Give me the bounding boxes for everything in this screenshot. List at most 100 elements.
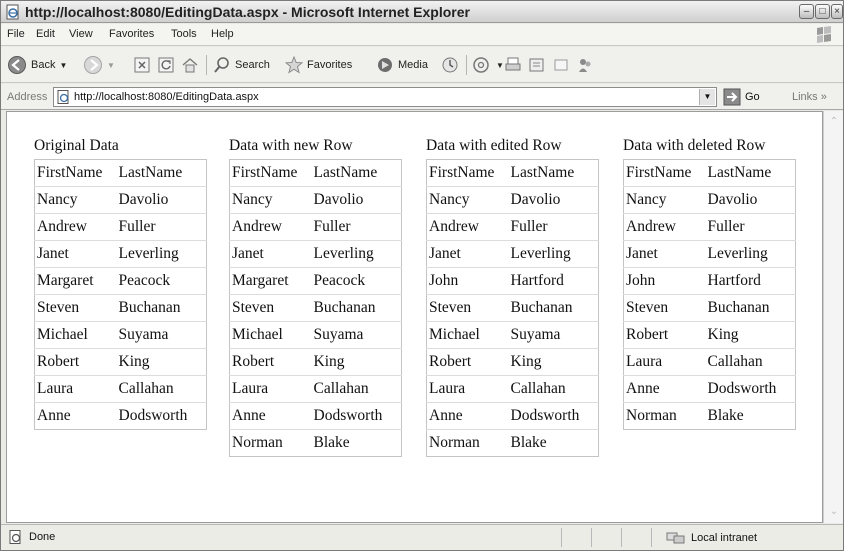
go-arrow-icon bbox=[723, 88, 741, 106]
menu-tools[interactable]: Tools bbox=[171, 28, 197, 40]
last-name-cell: Leverling bbox=[705, 240, 796, 268]
stop-icon bbox=[134, 57, 150, 73]
column-header: FirstName bbox=[426, 159, 509, 187]
table-row: Anne Dodsworth bbox=[426, 402, 599, 430]
column-header: FirstName bbox=[34, 159, 117, 187]
scroll-up-icon[interactable]: ⌃ bbox=[827, 115, 841, 129]
history-icon bbox=[442, 57, 458, 73]
grid-header-row: FirstName LastName bbox=[229, 159, 402, 187]
last-name-cell: Dodsworth bbox=[705, 375, 796, 403]
mail-dropdown-icon[interactable]: ▼ bbox=[496, 61, 504, 70]
edit-button[interactable] bbox=[528, 55, 546, 75]
table-row: Laura Callahan bbox=[229, 375, 402, 403]
table-row: Michael Suyama bbox=[34, 321, 207, 349]
mail-button[interactable]: ▼ bbox=[472, 55, 504, 75]
first-name-cell: Anne bbox=[229, 402, 312, 430]
last-name-cell: Blake bbox=[313, 434, 350, 451]
search-button[interactable]: Search bbox=[213, 55, 270, 75]
table-row: Laura Callahan bbox=[623, 348, 796, 376]
table-row: Margaret Peacock bbox=[229, 267, 402, 295]
refresh-button[interactable] bbox=[157, 55, 175, 75]
last-name-cell: Fuller bbox=[116, 213, 207, 241]
menu-help[interactable]: Help bbox=[211, 28, 234, 40]
menu-edit[interactable]: Edit bbox=[36, 28, 55, 40]
status-bar: Done Local intranet bbox=[1, 524, 843, 550]
menu-view[interactable]: View bbox=[69, 28, 93, 40]
first-name-cell: Andrew bbox=[426, 213, 509, 241]
first-name-cell: Michael bbox=[34, 321, 117, 349]
table-row: Michael Suyama bbox=[229, 321, 402, 349]
last-name-cell: Davolio bbox=[311, 186, 402, 214]
table-row: Steven Buchanan bbox=[34, 294, 207, 322]
last-name-cell: Leverling bbox=[508, 240, 599, 268]
windows-flag-icon bbox=[817, 26, 831, 43]
table-row: Robert King bbox=[229, 348, 402, 376]
table-row: Nancy Davolio bbox=[229, 186, 402, 214]
grid-original: Original Data FirstName LastName Nancy Davo… bbox=[34, 137, 207, 430]
maximize-button[interactable]: □ bbox=[815, 4, 830, 19]
grid-title: Original Data bbox=[34, 137, 119, 154]
first-name-cell: Michael bbox=[426, 321, 509, 349]
table-row: Michael Suyama bbox=[426, 321, 599, 349]
last-name-cell: Davolio bbox=[116, 186, 207, 214]
forward-button[interactable]: ▼ bbox=[83, 55, 115, 75]
first-name-cell: Anne bbox=[623, 375, 706, 403]
print-button[interactable] bbox=[504, 55, 522, 75]
address-dropdown-icon[interactable]: ▼ bbox=[699, 89, 715, 105]
messenger-icon bbox=[579, 59, 591, 72]
favorites-button[interactable]: Favorites bbox=[285, 55, 352, 75]
minimize-button[interactable]: – bbox=[799, 4, 814, 19]
grid-title: Data with edited Row bbox=[426, 137, 562, 154]
menu-favorites[interactable]: Favorites bbox=[109, 28, 154, 40]
last-name-cell: Davolio bbox=[508, 186, 599, 214]
local-intranet-icon bbox=[666, 532, 685, 544]
print-icon bbox=[505, 57, 521, 71]
first-name-cell: Robert bbox=[34, 348, 117, 376]
back-dropdown-icon[interactable]: ▼ bbox=[59, 61, 67, 70]
media-icon bbox=[378, 58, 392, 72]
column-header: FirstName bbox=[229, 159, 312, 187]
links-button[interactable]: Links » bbox=[792, 91, 827, 103]
first-name-cell: Nancy bbox=[623, 186, 706, 214]
last-name-cell: Dodsworth bbox=[311, 402, 402, 430]
grid-new-row: Data with new Row FirstName LastName Nancy… bbox=[229, 137, 402, 457]
address-bar: Address http://localhost:8080/EditingDat… bbox=[1, 84, 843, 110]
last-name-cell: King bbox=[508, 348, 599, 376]
vertical-scrollbar[interactable]: ⌃ ⌄ bbox=[823, 111, 843, 523]
media-label: Media bbox=[398, 59, 428, 71]
table-row: Andrew Fuller bbox=[229, 213, 402, 241]
back-arrow-icon bbox=[8, 56, 26, 74]
back-button[interactable]: Back ▼ bbox=[7, 55, 67, 75]
forward-dropdown-icon[interactable]: ▼ bbox=[107, 61, 115, 70]
last-name-cell: King bbox=[311, 348, 402, 376]
menu-file[interactable]: File bbox=[7, 28, 25, 40]
last-name-cell: King bbox=[705, 321, 796, 349]
media-button[interactable]: Media bbox=[376, 55, 428, 75]
scroll-down-icon[interactable]: ⌄ bbox=[827, 505, 841, 519]
last-name-cell: Buchanan bbox=[116, 294, 207, 322]
messenger-button[interactable] bbox=[576, 55, 594, 75]
first-name-cell: Andrew bbox=[229, 213, 312, 241]
stop-button[interactable] bbox=[133, 55, 151, 75]
first-name-cell: Laura bbox=[426, 375, 509, 403]
title-bar: http://localhost:8080/EditingData.aspx -… bbox=[1, 1, 843, 23]
last-name-cell: Dodsworth bbox=[508, 402, 599, 430]
favorites-star-icon bbox=[285, 56, 303, 74]
last-name-cell: Callahan bbox=[508, 375, 599, 403]
first-name-cell: Margaret bbox=[34, 267, 117, 295]
go-button[interactable]: Go bbox=[723, 88, 760, 106]
first-name-cell: Andrew bbox=[623, 213, 706, 241]
discuss-button[interactable] bbox=[552, 55, 570, 75]
last-name-cell: Callahan bbox=[311, 375, 402, 403]
column-header: LastName bbox=[311, 159, 402, 187]
page-content: Original Data FirstName LastName Nancy Davo… bbox=[6, 111, 823, 523]
home-button[interactable] bbox=[181, 55, 199, 75]
search-icon bbox=[214, 57, 229, 73]
close-button[interactable]: × bbox=[831, 4, 843, 19]
address-input[interactable]: http://localhost:8080/EditingData.aspx ▼ bbox=[53, 87, 717, 107]
data-grid: FirstName LastName Nancy Davolio Andrew Fulle… bbox=[623, 159, 796, 430]
history-button[interactable] bbox=[441, 55, 459, 75]
forward-arrow-icon bbox=[84, 56, 102, 74]
last-name-cell: Buchanan bbox=[311, 294, 402, 322]
first-name-cell: Laura bbox=[623, 348, 706, 376]
